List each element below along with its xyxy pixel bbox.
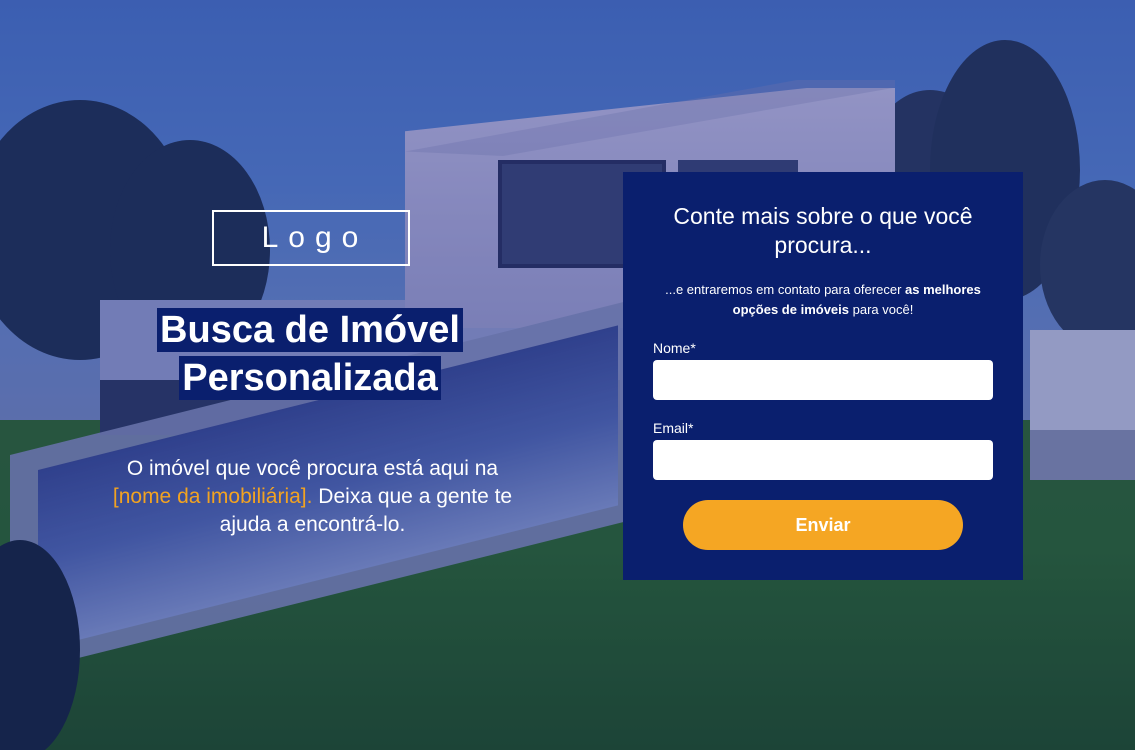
page-title: Busca de Imóvel Personalizada <box>80 306 540 402</box>
email-label: Email* <box>653 420 694 436</box>
contact-form: Conte mais sobre o que você procura... .… <box>623 172 1023 580</box>
name-label: Nome* <box>653 340 696 356</box>
page-title-line-2: Personalizada <box>179 356 441 400</box>
hero-description: O imóvel que você procura está aqui na [… <box>100 455 525 539</box>
page-title-line-1: Busca de Imóvel <box>157 308 463 352</box>
form-subtitle-text-end: para você! <box>849 302 914 317</box>
submit-button[interactable]: Enviar <box>683 500 963 550</box>
form-title: Conte mais sobre o que você procura... <box>673 203 973 258</box>
form-subtitle: ...e entraremos em contato para oferecer… <box>663 280 983 320</box>
agency-name-placeholder: [nome da imobiliária]. <box>112 485 313 508</box>
email-field[interactable] <box>653 440 993 480</box>
hero-description-text: O imóvel que você procura está aqui na <box>126 457 499 480</box>
logo-text: Logo <box>261 221 369 254</box>
logo: Logo <box>212 210 410 266</box>
form-subtitle-text: ...e entraremos em contato para oferecer <box>665 282 906 297</box>
name-field[interactable] <box>653 360 993 400</box>
